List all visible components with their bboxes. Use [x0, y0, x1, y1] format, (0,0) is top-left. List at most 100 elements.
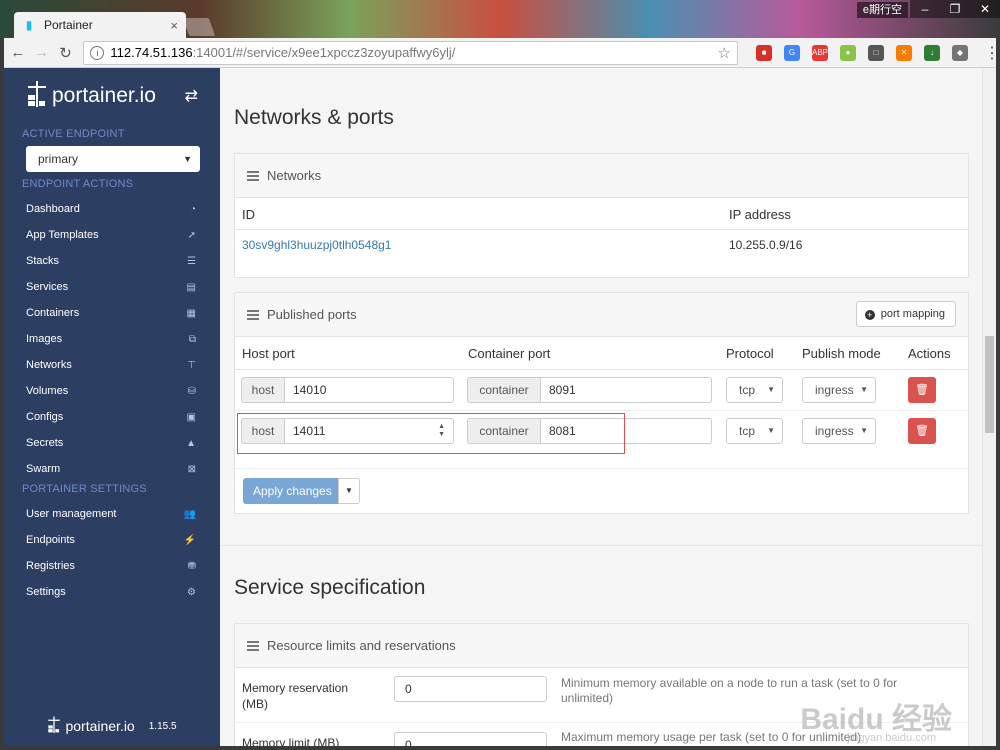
col-host-port: Host port: [242, 346, 295, 361]
reload-icon[interactable]: ↻: [54, 44, 78, 62]
ext-box-icon[interactable]: □: [868, 44, 884, 61]
secrets-icon: ▲: [186, 437, 196, 449]
browser-user-label[interactable]: e期行空: [856, 2, 908, 18]
sidebar-item-secrets[interactable]: Secrets ▲: [4, 430, 220, 456]
resources-panel-title: Resource limits and reservations: [267, 638, 456, 653]
tab-title: Portainer: [44, 18, 93, 32]
sidebar-item-user-management[interactable]: User management 👥: [4, 501, 220, 527]
scrollbar-thumb[interactable]: [985, 336, 994, 433]
sidebar-item-networks[interactable]: Networks ⊤: [4, 352, 220, 378]
endpoint-actions-title: ENDPOINT ACTIONS: [22, 178, 134, 190]
sidebar-item-stacks[interactable]: Stacks ☰: [4, 248, 220, 274]
chevron-down-icon: ▼: [345, 486, 353, 495]
apply-changes-dropdown[interactable]: ▼: [338, 478, 360, 504]
sidebar-item-dashboard[interactable]: Dashboard ◔: [4, 196, 220, 222]
minimize-icon[interactable]: –: [910, 0, 940, 18]
url-host: 112.74.51.136: [110, 45, 193, 60]
ext-gray-icon[interactable]: ◆: [952, 44, 968, 61]
ext-red-icon[interactable]: ■: [756, 44, 772, 61]
ext-green-circle-icon[interactable]: ●: [840, 44, 856, 61]
sidebar-item-endpoints[interactable]: Endpoints ⚡: [4, 527, 220, 553]
volumes-icon: ⛁: [187, 385, 196, 397]
memory-reservation-input[interactable]: 0: [394, 676, 547, 702]
host-addon: host: [241, 377, 285, 403]
services-icon: ▤: [186, 281, 196, 293]
registries-icon: ⛃: [187, 560, 196, 572]
footer-brand: portainer.io: [65, 718, 135, 734]
list-icon: [247, 309, 259, 321]
sidebar-item-images[interactable]: Images ⧉: [4, 326, 220, 352]
site-info-icon[interactable]: i: [90, 45, 105, 60]
publish-mode-select[interactable]: ingress ▼: [802, 418, 876, 444]
baidu-watermark-url: jingyan.baidu.com: [847, 732, 936, 744]
window-frame-right: [996, 38, 1000, 750]
memory-limit-input[interactable]: 0: [394, 732, 547, 746]
main-content: Networks & ports Networks ID IP address …: [220, 68, 982, 746]
address-bar[interactable]: i 112.74.51.136:14001/#/service/x9ee1xpc…: [83, 40, 738, 65]
sidebar-item-label: Registries: [26, 560, 75, 572]
sidebar-item-label: Dashboard: [26, 203, 80, 215]
ext-translate-icon[interactable]: G: [784, 44, 800, 61]
ext-download-icon[interactable]: ↓: [924, 44, 940, 61]
network-ip: 10.255.0.9/16: [729, 238, 803, 252]
col-id: ID: [242, 207, 255, 222]
sidebar-item-configs[interactable]: Configs ▣: [4, 404, 220, 430]
protocol-select[interactable]: tcp ▼: [726, 418, 783, 444]
endpoints-icon: ⚡: [183, 534, 196, 546]
sidebar-item-label: Volumes: [26, 385, 69, 397]
swarm-icon: ⊠: [187, 463, 196, 475]
sidebar-item-containers[interactable]: Containers ▦: [4, 300, 220, 326]
portainer-settings-title: PORTAINER SETTINGS: [22, 483, 147, 495]
version-label: 1.15.5: [148, 720, 177, 732]
host-port-input[interactable]: 14010: [285, 377, 454, 403]
sidebar-item-services[interactable]: Services ▤: [4, 274, 220, 300]
maximize-icon[interactable]: ❐: [940, 0, 970, 18]
publish-mode-value: ingress: [815, 424, 854, 438]
sidebar-item-label: Endpoints: [26, 534, 75, 546]
browser-titlebar: ▮ Portainer × e期行空 – ❐ ✕: [0, 0, 1000, 38]
settings-nav: User management 👥 Endpoints ⚡ Registries ⛃ Set…: [4, 501, 220, 605]
forward-icon[interactable]: →: [30, 44, 54, 61]
delete-port-button[interactable]: 🗑: [908, 377, 936, 403]
endpoint-select-value: primary: [38, 152, 79, 166]
sidebar-item-label: Stacks: [26, 255, 60, 267]
sidebar-item-registries[interactable]: Registries ⛃: [4, 553, 220, 579]
sidebar-brand[interactable]: portainer.io ⇄: [4, 68, 220, 124]
sidebar-item-settings[interactable]: Settings ⚙: [4, 579, 220, 605]
protocol-select[interactable]: tcp ▼: [726, 377, 783, 403]
dashboard-icon: ◔: [189, 203, 196, 215]
tab-close-icon[interactable]: ×: [170, 18, 178, 33]
col-actions: Actions: [908, 346, 951, 361]
ext-adblock-icon[interactable]: ABP: [812, 44, 828, 61]
apply-changes-button[interactable]: Apply changes: [243, 478, 342, 504]
publish-mode-select[interactable]: ingress ▼: [802, 377, 876, 403]
col-protocol: Protocol: [726, 346, 774, 361]
endpoint-select[interactable]: primary ▼: [26, 146, 200, 172]
resources-panel-header: Resource limits and reservations: [235, 624, 968, 668]
portainer-favicon-icon: ▮: [25, 18, 33, 32]
network-id-link[interactable]: 30sv9ghl3huuzpj0tlh0548g1: [242, 238, 391, 252]
bookmark-star-icon[interactable]: ☆: [718, 44, 731, 62]
container-port-input[interactable]: 8091: [541, 377, 712, 403]
port-row: host 14010 container 8091 tcp ▼ ingress ▼ …: [235, 370, 968, 411]
ports-panel-header: Published ports + port mapping: [235, 293, 968, 337]
sidebar-item-label: App Templates: [26, 229, 99, 241]
sidebar-toggle-icon[interactable]: ⇄: [185, 86, 198, 106]
new-tab-button[interactable]: [182, 18, 216, 36]
browser-tab[interactable]: ▮ Portainer ×: [14, 12, 186, 38]
sidebar-item-label: Swarm: [26, 463, 61, 475]
networks-ports-title: Networks & ports: [234, 106, 394, 129]
add-port-mapping-button[interactable]: + port mapping: [855, 301, 956, 327]
divider: [235, 468, 968, 469]
close-window-icon[interactable]: ✕: [970, 0, 1000, 18]
sidebar-item-volumes[interactable]: Volumes ⛁: [4, 378, 220, 404]
back-icon[interactable]: ←: [6, 44, 30, 61]
delete-port-button[interactable]: 🗑: [908, 418, 936, 444]
plus-circle-icon: +: [864, 310, 875, 320]
main-scrollbar[interactable]: [982, 68, 996, 746]
trash-icon: 🗑: [915, 384, 929, 396]
container-addon: container: [467, 377, 541, 403]
ext-orange-icon[interactable]: ✕: [896, 44, 912, 61]
sidebar-item-app-templates[interactable]: App Templates ➚: [4, 222, 220, 248]
sidebar-item-swarm[interactable]: Swarm ⊠: [4, 456, 220, 482]
